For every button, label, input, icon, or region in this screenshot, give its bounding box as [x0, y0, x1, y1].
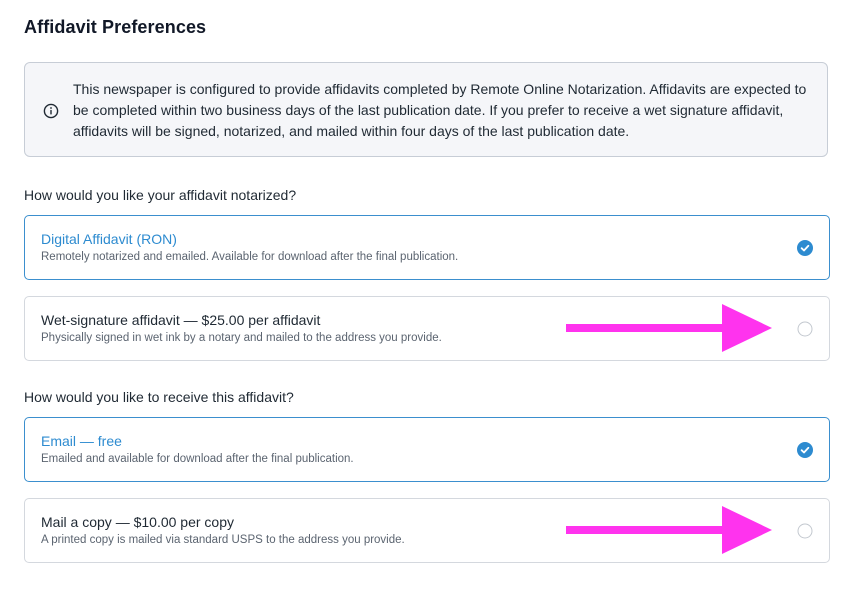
info-notice: This newspaper is configured to provide …	[24, 62, 828, 157]
option-description: Emailed and available for download after…	[41, 453, 354, 465]
radio-checked-icon[interactable]	[797, 240, 813, 256]
radio-unchecked-icon[interactable]	[797, 523, 813, 539]
page-title: Affidavit Preferences	[24, 17, 207, 37]
option-description: Physically signed in wet ink by a notary…	[41, 332, 442, 344]
annotation-arrow-icon	[566, 304, 772, 354]
option-digital-affidavit[interactable]: Digital Affidavit (RON) Remotely notariz…	[24, 215, 830, 280]
annotation-arrow-icon	[566, 506, 772, 556]
notarization-question: How would you like your affidavit notari…	[24, 187, 297, 203]
option-label: Email — free	[41, 433, 122, 449]
option-description: Remotely notarized and emailed. Availabl…	[41, 251, 459, 263]
option-description: A printed copy is mailed via standard US…	[41, 534, 405, 546]
option-email[interactable]: Email — free Emailed and available for d…	[24, 417, 830, 482]
notice-text: This newspaper is configured to provide …	[73, 81, 807, 139]
radio-checked-icon[interactable]	[797, 442, 813, 458]
option-label: Mail a copy — $10.00 per copy	[41, 514, 234, 530]
info-icon	[43, 103, 59, 119]
delivery-question: How would you like to receive this affid…	[24, 389, 294, 405]
radio-unchecked-icon[interactable]	[797, 321, 813, 337]
option-label: Digital Affidavit (RON)	[41, 231, 177, 247]
option-label: Wet-signature affidavit — $25.00 per aff…	[41, 312, 321, 328]
affidavit-preferences-page: Affidavit Preferences This newspaper is …	[0, 0, 854, 591]
